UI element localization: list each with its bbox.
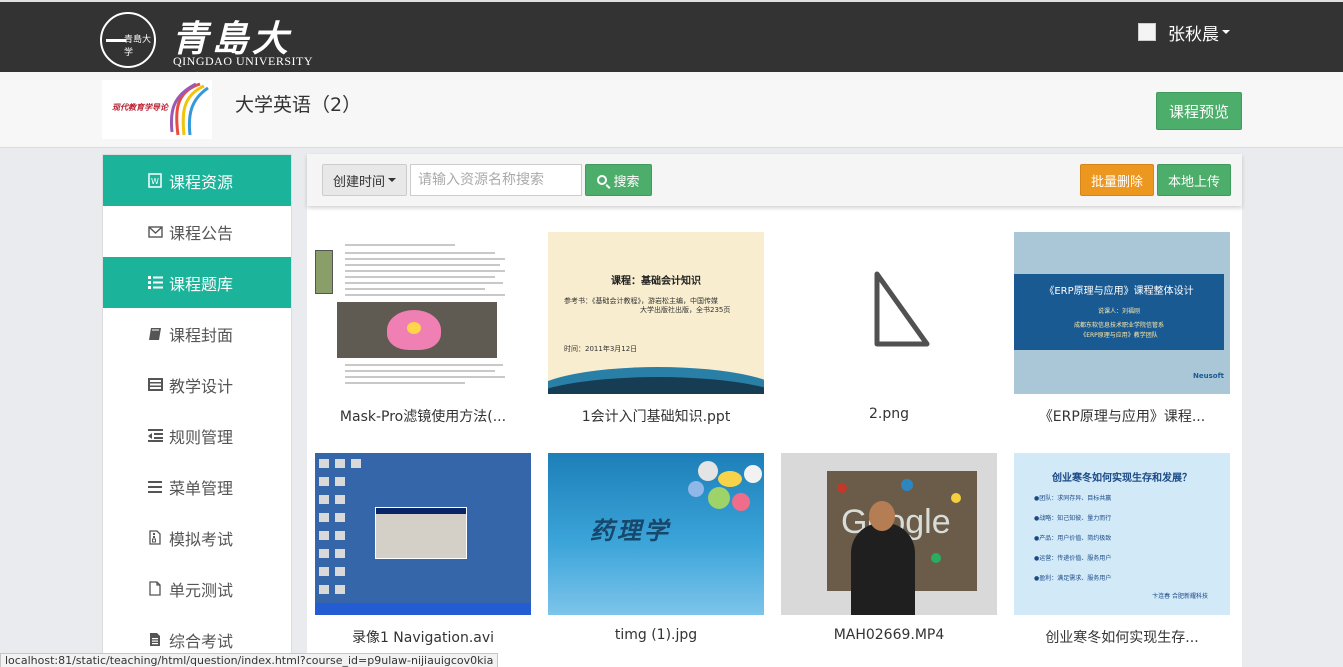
- resource-card[interactable]: Google MAH02669.MP4: [781, 453, 997, 643]
- resource-thumbnail[interactable]: 药理学: [548, 453, 764, 615]
- sidebar-item-mock-exam[interactable]: 模拟考试: [103, 512, 291, 563]
- course-preview-button[interactable]: 课程预览: [1156, 92, 1242, 130]
- book-icon: [147, 326, 163, 342]
- thumb-title: 创业寒冬如何实现生存和发展？: [1052, 473, 1192, 484]
- local-upload-button[interactable]: 本地上传: [1157, 164, 1231, 196]
- resource-thumbnail[interactable]: 创业寒冬如何实现生存和发展？ ●团队：求同存异、目标共赢 ●战略：知己知彼、量力…: [1014, 453, 1230, 615]
- sidebar-item-label: 模拟考试: [169, 529, 234, 549]
- resource-thumbnail[interactable]: 课程：基础会计知识 参考书：《基础会计教程》，游岩松主编，中国传媒 大学出版社出…: [548, 232, 764, 394]
- file-text-icon: [147, 632, 163, 648]
- resource-name[interactable]: MAH02669.MP4: [781, 627, 997, 643]
- avatar: [1138, 23, 1156, 41]
- top-navbar: 青島大学 青島大学 QINGDAO UNIVERSITY 张秋晨: [0, 0, 1343, 112]
- resource-thumbnail[interactable]: 《ERP原理与应用》课程整体设计 说课人：刘福刚 成都东软信息技术职业学院信管系…: [1014, 232, 1230, 394]
- course-header: 现代教育学导论 大学英语（2） 课程预览: [0, 72, 1343, 148]
- sidebar-item-label: 单元测试: [169, 580, 234, 600]
- word-file-icon: W: [147, 173, 163, 189]
- resource-card[interactable]: 药理学 timg (1).jpg: [548, 453, 764, 643]
- browser-status-url: localhost:81/static/teaching/html/questi…: [0, 653, 499, 667]
- university-seal-icon: 青島大学: [100, 12, 156, 68]
- resource-card[interactable]: Mask-Pro滤镜使用方法(...: [315, 232, 531, 426]
- sidebar-item-label: 课程题库: [169, 274, 234, 294]
- user-name: 张秋晨: [1168, 24, 1219, 45]
- caret-down-icon: [388, 178, 396, 182]
- search-button[interactable]: 搜索: [585, 164, 652, 196]
- course-cover-image: 现代教育学导论: [102, 80, 212, 139]
- bars-icon: [147, 479, 163, 495]
- resource-card[interactable]: 2.png: [781, 232, 997, 422]
- sidebar-item-rule-management[interactable]: 规则管理: [103, 410, 291, 461]
- sidebar-item-unit-test[interactable]: 单元测试: [103, 563, 291, 614]
- sort-dropdown-button[interactable]: 创建时间: [322, 164, 407, 196]
- resource-thumbnail[interactable]: Google: [781, 453, 997, 615]
- sidebar-item-label: 规则管理: [169, 427, 234, 447]
- thumb-title: 《ERP原理与应用》课程整体设计: [1044, 286, 1194, 297]
- envelope-icon: [147, 224, 163, 240]
- resource-thumbnail[interactable]: [781, 232, 997, 394]
- sidebar-item-label: 课程公告: [169, 223, 234, 243]
- svg-text:W: W: [151, 177, 159, 186]
- resource-name[interactable]: Mask-Pro滤镜使用方法(...: [315, 406, 531, 426]
- resource-card[interactable]: 《ERP原理与应用》课程整体设计 说课人：刘福刚 成都东软信息技术职业学院信管系…: [1014, 232, 1230, 426]
- resource-name[interactable]: 《ERP原理与应用》课程...: [1014, 406, 1230, 426]
- resource-card[interactable]: 课程：基础会计知识 参考书：《基础会计教程》，游岩松主编，中国传媒 大学出版社出…: [548, 232, 764, 426]
- sidebar-item-label: 综合考试: [169, 631, 234, 651]
- user-menu[interactable]: 张秋晨: [1138, 20, 1230, 45]
- thumb-title: 药理学: [590, 516, 671, 545]
- sidebar-item-course-announcements[interactable]: 课程公告: [103, 206, 291, 257]
- resource-panel: 创建时间 搜索 批量删除 本地上传 Mask-: [307, 154, 1242, 667]
- resource-card[interactable]: 创业寒冬如何实现生存和发展？ ●团队：求同存异、目标共赢 ●战略：知己知彼、量力…: [1014, 453, 1230, 647]
- sidebar-item-course-resources[interactable]: W 课程资源: [103, 155, 291, 206]
- resource-name[interactable]: 1会计入门基础知识.ppt: [548, 406, 764, 426]
- batch-delete-button[interactable]: 批量删除: [1080, 164, 1154, 196]
- search-input[interactable]: [410, 164, 582, 196]
- thumb-title: 课程：基础会计知识: [611, 276, 701, 287]
- sidebar-item-label: 课程资源: [169, 172, 234, 192]
- resource-thumbnail[interactable]: [315, 453, 531, 615]
- sidebar-item-label: 课程封面: [169, 325, 234, 345]
- search-icon: [597, 175, 608, 185]
- sort-label: 创建时间: [332, 174, 385, 190]
- resource-card[interactable]: 录像1 Navigation.avi: [315, 453, 531, 647]
- sidebar-item-teaching-design[interactable]: 教学设计: [103, 359, 291, 410]
- sidebar-item-course-cover[interactable]: 课程封面: [103, 308, 291, 359]
- course-title: 大学英语（2）: [235, 94, 362, 116]
- resource-name[interactable]: timg (1).jpg: [548, 627, 764, 643]
- sidebar-item-label: 教学设计: [169, 376, 234, 396]
- resource-name[interactable]: 录像1 Navigation.avi: [315, 627, 531, 647]
- sidebar-item-menu-management[interactable]: 菜单管理: [103, 461, 291, 512]
- resource-name[interactable]: 创业寒冬如何实现生存...: [1014, 627, 1230, 647]
- file-icon: [147, 581, 163, 597]
- university-logo[interactable]: 青島大学 青島大学 QINGDAO UNIVERSITY: [100, 10, 330, 112]
- search-button-label: 搜索: [613, 174, 640, 190]
- list-alt-icon: [147, 377, 163, 393]
- outdent-icon: [147, 428, 163, 444]
- sidebar-item-question-bank[interactable]: 课程题库: [103, 257, 291, 308]
- file-archive-icon: [147, 530, 163, 546]
- caret-down-icon: [1222, 30, 1230, 34]
- resource-thumbnail[interactable]: [315, 232, 531, 394]
- resource-name[interactable]: 2.png: [781, 406, 997, 422]
- sidebar-item-label: 菜单管理: [169, 478, 234, 498]
- resource-toolbar: 创建时间 搜索 批量删除 本地上传: [307, 154, 1242, 206]
- sidebar: W 课程资源 课程公告 课程题库 课程封面 教学设计 规则管理 菜单管理 模拟考…: [102, 154, 292, 667]
- logo-english-name: QINGDAO UNIVERSITY: [173, 54, 313, 68]
- list-icon: [147, 275, 163, 291]
